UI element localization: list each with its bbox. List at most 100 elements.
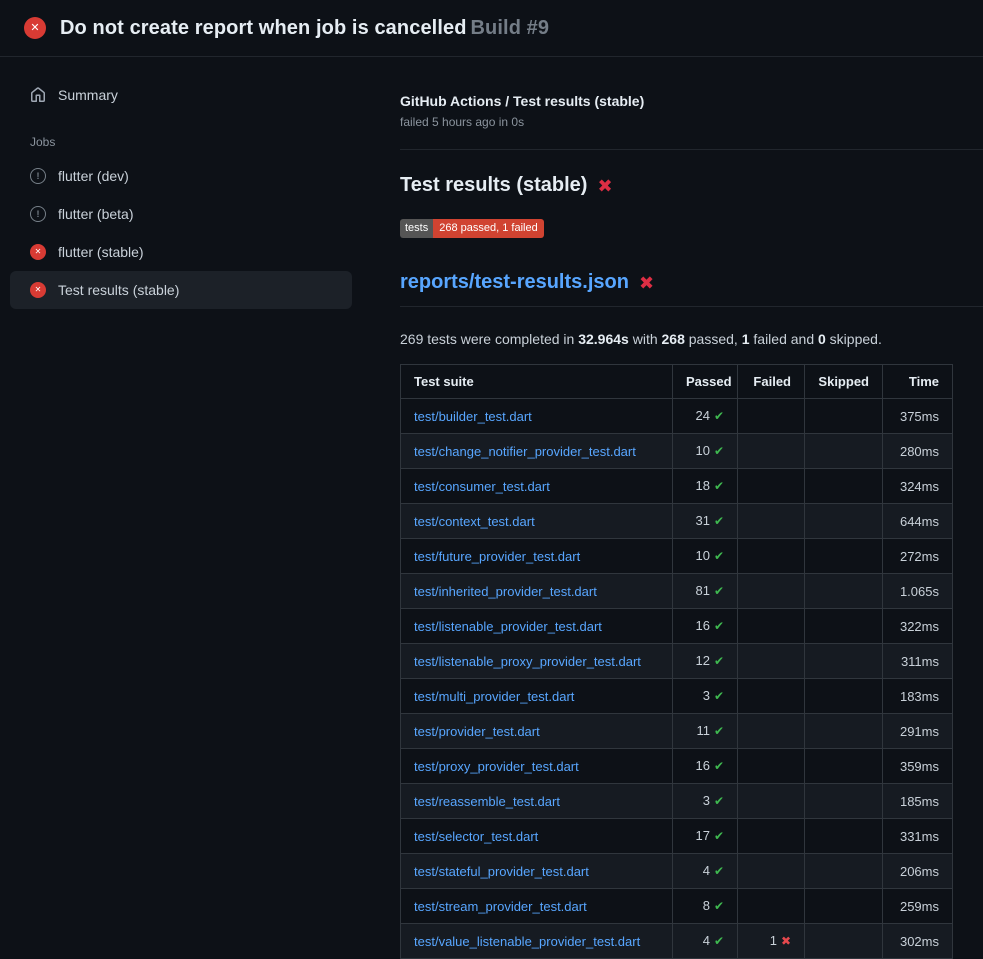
test-suite-link[interactable]: test/consumer_test.dart <box>414 479 550 494</box>
suite-cell: test/context_test.dart <box>401 504 673 539</box>
count-value: 4 <box>703 863 710 878</box>
sidebar-job-item[interactable]: !flutter (beta) <box>10 195 352 233</box>
time-cell: 331ms <box>883 819 953 854</box>
job-label: Test results (stable) <box>58 282 179 298</box>
page: ✕ Do not create report when job is cance… <box>0 0 983 959</box>
sidebar-job-item[interactable]: ✕flutter (stable) <box>10 233 352 271</box>
skipped-cell <box>805 924 883 959</box>
failed-cell <box>738 574 805 609</box>
jobs-list: !flutter (dev)!flutter (beta)✕flutter (s… <box>10 157 352 309</box>
time-cell: 259ms <box>883 889 953 924</box>
summary-passed-count: 268 <box>662 331 685 347</box>
failed-status-icon: ✕ <box>30 282 46 298</box>
test-suite-link[interactable]: test/inherited_provider_test.dart <box>414 584 597 599</box>
table-row: test/builder_test.dart 24 ✔ 375ms <box>401 399 953 434</box>
skipped-cell <box>805 784 883 819</box>
test-suite-link[interactable]: test/proxy_provider_test.dart <box>414 759 579 774</box>
failed-cell <box>738 819 805 854</box>
failed-cell <box>738 504 805 539</box>
table-row: test/listenable_proxy_provider_test.dart… <box>401 644 953 679</box>
table-row: test/stateful_provider_test.dart4✔206ms <box>401 854 953 889</box>
count-value: 12 <box>695 653 709 668</box>
passed-cell: 12 ✔ <box>673 644 738 679</box>
suite-cell: test/reassemble_test.dart <box>401 784 673 819</box>
test-suite-link[interactable]: test/reassemble_test.dart <box>414 794 560 809</box>
section-divider <box>400 149 983 150</box>
failed-cell <box>738 714 805 749</box>
failed-cell <box>738 749 805 784</box>
summary-text: skipped. <box>826 331 882 347</box>
sidebar-job-item[interactable]: !flutter (dev) <box>10 157 352 195</box>
table-row: test/value_listenable_provider_test.dart… <box>401 924 953 959</box>
failed-x-icon: ✖ <box>639 274 654 292</box>
passed-cell: 4✔ <box>673 854 738 889</box>
test-suite-link[interactable]: test/stream_provider_test.dart <box>414 899 587 914</box>
table-row: test/change_notifier_provider_test.dart1… <box>401 434 953 469</box>
cancelled-status-icon: ! <box>30 206 46 222</box>
test-suite-link[interactable]: test/provider_test.dart <box>414 724 540 739</box>
test-suite-link[interactable]: test/stateful_provider_test.dart <box>414 864 589 879</box>
failed-cell <box>738 609 805 644</box>
count-value: 24 <box>695 408 709 423</box>
skipped-cell <box>805 679 883 714</box>
test-suite-link[interactable]: test/selector_test.dart <box>414 829 538 844</box>
run-header: ✕ Do not create report when job is cance… <box>0 0 983 57</box>
check-icon: ✔ <box>714 899 724 913</box>
test-suite-link[interactable]: test/multi_provider_test.dart <box>414 689 574 704</box>
test-suite-link[interactable]: test/context_test.dart <box>414 514 535 529</box>
page-title: Do not create report when job is cancell… <box>60 17 549 40</box>
sidebar: Summary Jobs !flutter (dev)!flutter (bet… <box>0 57 400 309</box>
check-icon: ✔ <box>714 479 724 493</box>
tests-badge: tests 268 passed, 1 failed <box>400 219 544 238</box>
time-cell: 280ms <box>883 434 953 469</box>
column-header: Passed <box>673 365 738 399</box>
passed-cell: 24 ✔ <box>673 399 738 434</box>
test-suite-link[interactable]: test/future_provider_test.dart <box>414 549 580 564</box>
time-cell: 324ms <box>883 469 953 504</box>
test-suite-link[interactable]: test/listenable_provider_test.dart <box>414 619 602 634</box>
summary-text: with <box>629 331 662 347</box>
summary-text: passed, <box>685 331 742 347</box>
check-icon: ✔ <box>714 444 724 458</box>
sidebar-item-summary[interactable]: Summary <box>10 79 352 111</box>
count-value: 31 <box>695 513 709 528</box>
test-suite-link[interactable]: test/listenable_proxy_provider_test.dart <box>414 654 641 669</box>
table-row: test/inherited_provider_test.dart81✔1.06… <box>401 574 953 609</box>
job-label: flutter (dev) <box>58 168 129 184</box>
sidebar-job-item[interactable]: ✕ Test results (stable) <box>10 271 352 309</box>
test-suite-link[interactable]: test/builder_test.dart <box>414 409 532 424</box>
table-row: test/provider_test.dart11✔291ms <box>401 714 953 749</box>
table-row: test/future_provider_test.dart10✔272ms <box>401 539 953 574</box>
check-icon: ✔ <box>714 934 724 948</box>
count-value: 3 <box>703 793 710 808</box>
column-header: Skipped <box>805 365 883 399</box>
time-cell: 375ms <box>883 399 953 434</box>
passed-cell: 17✔ <box>673 819 738 854</box>
results-table: Test suitePassedFailedSkippedTime test/b… <box>400 364 953 959</box>
time-cell: 183ms <box>883 679 953 714</box>
table-row: test/selector_test.dart 17✔ 331ms <box>401 819 953 854</box>
suite-cell: test/stream_provider_test.dart <box>401 889 673 924</box>
failed-cell <box>738 644 805 679</box>
check-icon: ✔ <box>714 689 724 703</box>
passed-cell: 16✔ <box>673 749 738 784</box>
table-row: test/proxy_provider_test.dart16✔359ms <box>401 749 953 784</box>
check-icon: ✔ <box>714 654 724 668</box>
column-header: Failed <box>738 365 805 399</box>
column-header: Time <box>883 365 953 399</box>
time-cell: 1.065s <box>883 574 953 609</box>
table-row: test/listenable_provider_test.dart16✔322… <box>401 609 953 644</box>
time-cell: 311ms <box>883 644 953 679</box>
check-icon: ✔ <box>714 409 724 423</box>
test-suite-link[interactable]: test/value_listenable_provider_test.dart <box>414 934 640 949</box>
check-icon: ✔ <box>714 794 724 808</box>
report-link[interactable]: reports/test-results.json <box>400 271 629 294</box>
failed-cell <box>738 679 805 714</box>
failed-cell <box>738 784 805 819</box>
table-row: test/multi_provider_test.dart3✔183ms <box>401 679 953 714</box>
test-suite-link[interactable]: test/change_notifier_provider_test.dart <box>414 444 636 459</box>
failed-cell <box>738 854 805 889</box>
skipped-cell <box>805 399 883 434</box>
suite-cell: test/multi_provider_test.dart <box>401 679 673 714</box>
passed-cell: 11✔ <box>673 714 738 749</box>
